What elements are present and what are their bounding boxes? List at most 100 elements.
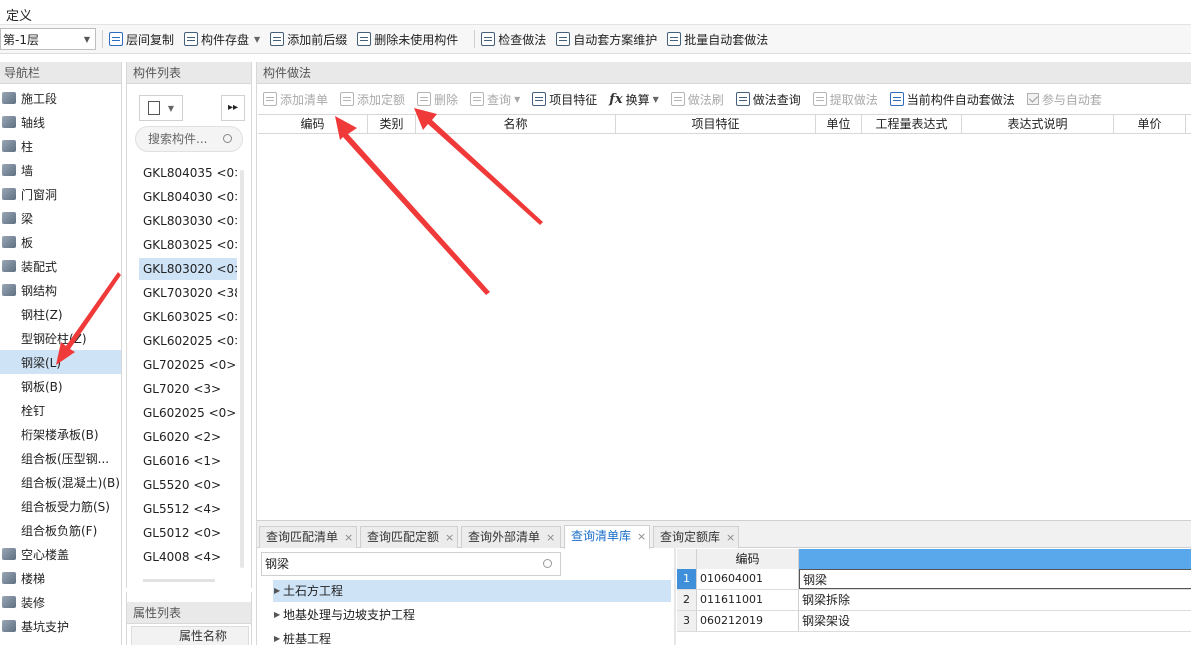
nav-item[interactable]: 装配式 (0, 254, 121, 278)
component-save-button[interactable]: 构件存盘 ▼ (184, 31, 260, 48)
component-list-item[interactable]: GKL803020 <0> (139, 258, 237, 280)
nav-item[interactable]: 栓钉 (0, 398, 121, 422)
nav-item[interactable]: 门窗洞 (0, 182, 121, 206)
nav-item[interactable]: 墙 (0, 158, 121, 182)
col-quantity-expr[interactable]: 工程量表达式 (862, 115, 962, 133)
component-list-item[interactable]: GL5512 <4> (139, 498, 237, 520)
col-unit[interactable]: 单位 (816, 115, 862, 133)
result-name[interactable]: 钢梁 (799, 569, 1191, 589)
close-icon[interactable]: × (637, 530, 646, 543)
nav-item[interactable]: 柱 (0, 134, 121, 158)
add-quota-button[interactable]: 添加定额 (340, 91, 405, 108)
nav-item[interactable]: 组合板受力筋(S) (0, 494, 121, 518)
bill-search-input[interactable]: 钢梁 (261, 552, 561, 576)
delete-unused-button[interactable]: 删除未使用构件 (357, 31, 458, 48)
nav-item[interactable]: 钢柱(Z) (0, 302, 121, 326)
batch-auto-button[interactable]: 批量自动套做法 (667, 31, 768, 48)
floor-copy-button[interactable]: 层间复制 (109, 31, 174, 48)
component-list-item[interactable]: GKL703020 <38 (139, 282, 237, 304)
tab-match-quota[interactable]: 查询匹配定额 × (360, 526, 458, 548)
nav-item[interactable]: 型钢砼柱(Z) (0, 326, 121, 350)
result-name[interactable]: 钢梁架设 (799, 611, 1191, 631)
close-icon[interactable]: × (445, 531, 454, 544)
chevron-down-icon[interactable]: ▼ (514, 95, 520, 104)
component-list-item[interactable]: GL5012 <0> (139, 522, 237, 544)
nav-item[interactable]: 楼梯 (0, 566, 121, 590)
tree-item[interactable]: ▶ 地基处理与边坡支护工程 (273, 604, 671, 626)
close-icon[interactable]: × (726, 531, 735, 544)
expand-icon[interactable]: ▶ (274, 580, 280, 602)
tab-match-bill[interactable]: 查询匹配清单 × (259, 526, 357, 548)
nav-item[interactable]: 钢结构 (0, 278, 121, 302)
chevron-down-icon[interactable]: ▼ (254, 35, 260, 44)
extract-method-button[interactable]: 提取做法 (812, 91, 878, 108)
panel-divider[interactable] (674, 548, 676, 645)
add-bill-button[interactable]: 添加清单 (263, 91, 328, 108)
expand-icon[interactable]: ▶ (274, 628, 280, 645)
col-code[interactable]: 编码 (258, 115, 368, 133)
tab-external-bill[interactable]: 查询外部清单 × (461, 526, 561, 548)
component-list-item[interactable]: GL602025 <0> (139, 402, 237, 424)
nav-item[interactable]: 空心楼盖 (0, 542, 121, 566)
participate-auto-checkbox[interactable]: 参与自动套 (1026, 91, 1102, 108)
component-list-item[interactable]: GL7020 <3> (139, 378, 237, 400)
component-list-item[interactable]: GL5520 <0> (139, 474, 237, 496)
nav-item[interactable]: 轴线 (0, 110, 121, 134)
nav-item[interactable]: 基坑支护 (0, 614, 121, 638)
nav-item[interactable]: 钢板(B) (0, 374, 121, 398)
expand-more-button[interactable]: ▸▸ (221, 95, 245, 121)
col-category[interactable]: 类别 (368, 115, 416, 133)
convert-button[interactable]: fx 换算 ▼ (609, 91, 659, 108)
table-row[interactable]: 2 011611001 钢梁拆除 (677, 590, 1191, 611)
auto-apply-current-button[interactable]: 当前构件自动套做法 (889, 91, 1015, 108)
component-list-item[interactable]: GKL803030 <0> (139, 210, 237, 232)
component-list-item[interactable]: GKL803025 <0> (139, 234, 237, 256)
delete-button[interactable]: 删除 (417, 91, 458, 108)
result-code[interactable]: 010604001 (697, 569, 799, 589)
floor-select[interactable]: 第-1层 ▼ (0, 28, 96, 50)
result-name[interactable]: 钢梁拆除 (799, 590, 1191, 610)
nav-item[interactable]: 桁架楼承板(B) (0, 422, 121, 446)
component-search-input[interactable]: 搜索构件... (135, 126, 243, 152)
col-expr-desc[interactable]: 表达式说明 (962, 115, 1114, 133)
result-code[interactable]: 060212019 (697, 611, 799, 631)
chevron-down-icon[interactable]: ▼ (168, 104, 174, 113)
component-list-item[interactable]: GKL804035 <0> (139, 162, 237, 184)
table-row[interactable]: 3 060212019 钢梁架设 (677, 611, 1191, 632)
auto-scheme-button[interactable]: 自动套方案维护 (556, 31, 657, 48)
component-list-item[interactable]: GL6016 <1> (139, 450, 237, 472)
nav-item[interactable]: 组合板负筋(F) (0, 518, 121, 542)
results-code-header[interactable]: 编码 (697, 549, 799, 569)
col-name[interactable]: 名称 (416, 115, 616, 133)
nav-item[interactable]: 施工段 (0, 86, 121, 110)
component-list-item[interactable]: GKL602025 <0> (139, 330, 237, 352)
add-prefix-button[interactable]: 添加前后缀 (270, 31, 347, 48)
nav-item[interactable]: 装修 (0, 590, 121, 614)
query-button[interactable]: 查询 ▼ (470, 91, 520, 108)
close-icon[interactable]: × (546, 531, 555, 544)
nav-item[interactable]: 钢梁(L) (0, 350, 121, 374)
expand-icon[interactable]: ▶ (274, 604, 280, 626)
tab-bill-library[interactable]: 查询清单库 × (564, 525, 650, 549)
col-price[interactable]: 单价 (1114, 115, 1186, 133)
col-features[interactable]: 项目特征 (616, 115, 816, 133)
result-code[interactable]: 011611001 (697, 590, 799, 610)
vertical-scrollbar[interactable] (240, 170, 244, 568)
close-icon[interactable]: × (344, 531, 353, 544)
tree-item[interactable]: ▶ 土石方工程 (273, 580, 671, 602)
table-row[interactable]: 1 010604001 钢梁 (677, 569, 1191, 590)
component-list-item[interactable]: GL702025 <0> (139, 354, 237, 376)
nav-item[interactable]: 梁 (0, 206, 121, 230)
component-list-item[interactable]: GL4008 <4> (139, 546, 237, 568)
method-brush-button[interactable]: 做法刷 (670, 91, 724, 108)
item-feature-button[interactable]: 项目特征 (532, 91, 597, 108)
new-component-button[interactable]: ▼ (139, 95, 183, 121)
component-list-item[interactable]: GKL804030 <0> (139, 186, 237, 208)
component-list-item[interactable]: GKL603025 <0> (139, 306, 237, 328)
horizontal-scrollbar[interactable] (143, 579, 215, 582)
chevron-down-icon[interactable]: ▼ (653, 95, 659, 104)
method-query-button[interactable]: 做法查询 (735, 91, 801, 108)
tab-quota-library[interactable]: 查询定额库 × (653, 526, 739, 548)
nav-item[interactable]: 组合板(压型钢... (0, 446, 121, 470)
nav-item[interactable]: 板 (0, 230, 121, 254)
